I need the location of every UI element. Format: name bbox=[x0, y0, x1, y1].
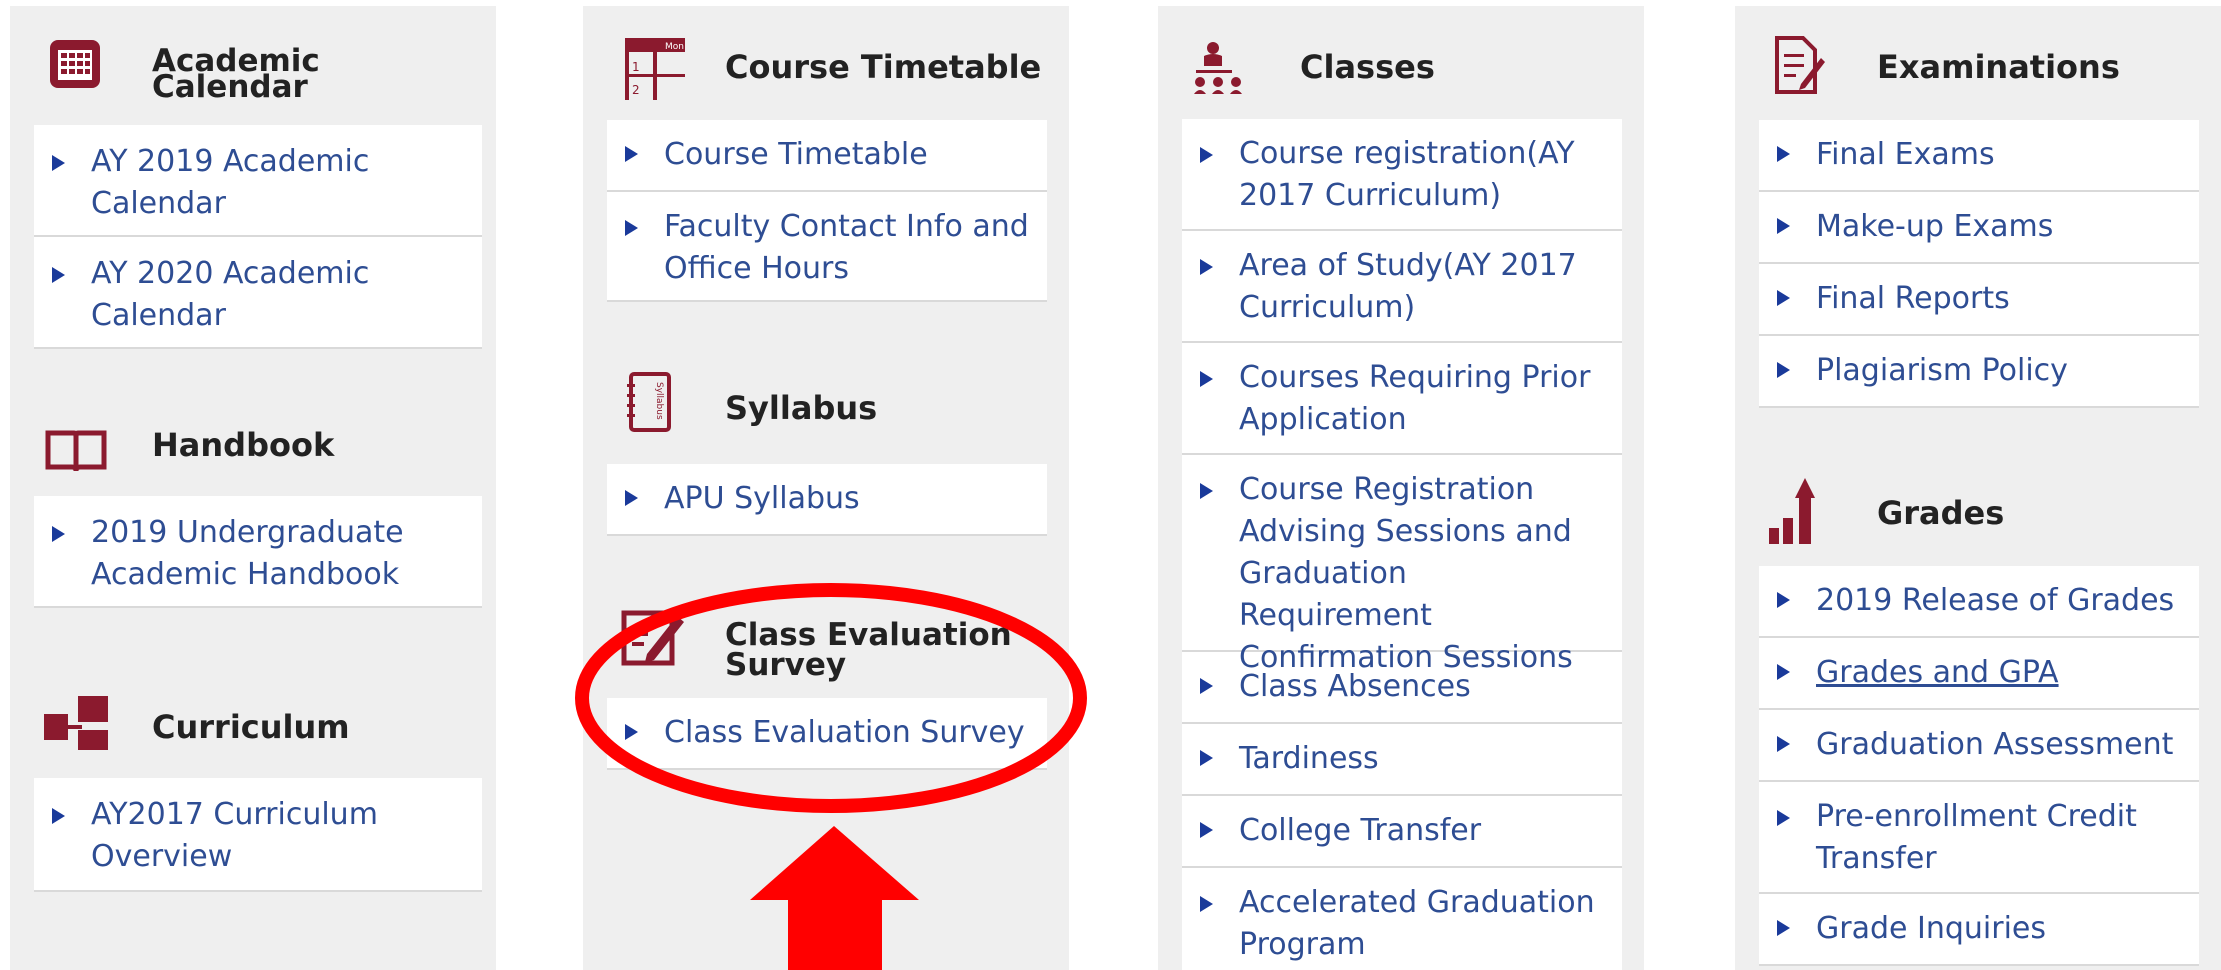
section-title-handbook: Handbook bbox=[152, 426, 335, 464]
link-ay2020-calendar[interactable]: AY 2020 Academic Calendar bbox=[34, 237, 482, 349]
link-ay2017-curriculum[interactable]: AY2017 Curriculum Overview bbox=[34, 778, 482, 892]
course-timetable-links: Course Timetable Faculty Contact Info an… bbox=[607, 120, 1047, 302]
link-tardiness[interactable]: Tardiness bbox=[1182, 724, 1622, 796]
academic-calendar-links: AY 2019 Academic Calendar AY 2020 Academ… bbox=[34, 125, 482, 349]
column-academic: Academic Calendar AY 2019 Academic Calen… bbox=[10, 6, 496, 970]
link-accelerated-graduation[interactable]: Accelerated Graduation Program bbox=[1182, 868, 1622, 970]
link-grades-and-gpa[interactable]: Grades and GPA bbox=[1759, 638, 2199, 710]
calendar-icon bbox=[48, 36, 102, 90]
syllabus-links: APU Syllabus bbox=[607, 464, 1047, 536]
svg-text:1: 1 bbox=[632, 60, 640, 74]
curriculum-links: AY2017 Curriculum Overview bbox=[34, 778, 482, 892]
handbook-links: 2019 Undergraduate Academic Handbook bbox=[34, 496, 482, 608]
link-course-registration[interactable]: Course registration(AY 2017 Curriculum) bbox=[1182, 119, 1622, 231]
book-icon bbox=[44, 429, 108, 475]
link-release-of-grades[interactable]: 2019 Release of Grades bbox=[1759, 566, 2199, 638]
section-title-course-timetable: Course Timetable bbox=[725, 48, 1042, 86]
section-title-grades: Grades bbox=[1877, 494, 2005, 532]
link-plagiarism-policy[interactable]: Plagiarism Policy bbox=[1759, 336, 2199, 408]
link-grade-inquiries[interactable]: Grade Inquiries bbox=[1759, 894, 2199, 966]
classes-icon bbox=[1194, 42, 1250, 100]
section-title-class-evaluation: Class Evaluation Survey bbox=[725, 617, 1012, 683]
column-courses: Mon 1 2 Course Timetable Course Timetabl… bbox=[583, 6, 1069, 970]
link-course-timetable[interactable]: Course Timetable bbox=[607, 120, 1047, 192]
link-final-exams[interactable]: Final Exams bbox=[1759, 120, 2199, 192]
section-title-academic-calendar: Academic Calendar bbox=[152, 43, 320, 105]
link-advising-sessions[interactable]: Course Registration Advising Sessions an… bbox=[1182, 455, 1622, 675]
link-apu-syllabus[interactable]: APU Syllabus bbox=[607, 464, 1047, 536]
svg-text:Syllabus: Syllabus bbox=[654, 382, 664, 420]
svg-text:Mon: Mon bbox=[665, 42, 684, 52]
link-area-of-study[interactable]: Area of Study(AY 2017 Curriculum) bbox=[1182, 231, 1622, 343]
grades-icon bbox=[1769, 476, 1825, 548]
link-credit-transfer[interactable]: Pre-enrollment Credit Transfer bbox=[1759, 782, 2199, 894]
svg-text:2: 2 bbox=[632, 83, 640, 97]
section-title-syllabus: Syllabus bbox=[725, 389, 878, 427]
section-title-curriculum: Curriculum bbox=[152, 708, 350, 746]
timetable-icon: Mon 1 2 bbox=[625, 38, 685, 100]
link-prior-application[interactable]: Courses Requiring Prior Application bbox=[1182, 343, 1622, 455]
link-makeup-exams[interactable]: Make-up Exams bbox=[1759, 192, 2199, 264]
link-final-reports[interactable]: Final Reports bbox=[1759, 264, 2199, 336]
column-classes: Classes Course registration(AY 2017 Curr… bbox=[1158, 6, 1644, 970]
link-class-evaluation-survey[interactable]: Class Evaluation Survey bbox=[607, 698, 1047, 770]
grades-links: 2019 Release of Grades Grades and GPA Gr… bbox=[1759, 566, 2199, 966]
link-graduation-assessment[interactable]: Graduation Assessment bbox=[1759, 710, 2199, 782]
link-class-absences[interactable]: Class Absences bbox=[1182, 652, 1622, 724]
link-undergraduate-handbook[interactable]: 2019 Undergraduate Academic Handbook bbox=[34, 496, 482, 608]
evaluation-icon bbox=[621, 610, 685, 668]
curriculum-icon bbox=[44, 696, 110, 752]
syllabus-icon: Syllabus bbox=[627, 372, 673, 432]
classes-links: Course registration(AY 2017 Curriculum) … bbox=[1182, 119, 1622, 970]
link-ay2019-calendar[interactable]: AY 2019 Academic Calendar bbox=[34, 125, 482, 237]
column-exams-grades: Examinations Final Exams Make-up Exams F… bbox=[1735, 6, 2221, 970]
link-faculty-contact[interactable]: Faculty Contact Info and Office Hours bbox=[607, 192, 1047, 302]
examinations-links: Final Exams Make-up Exams Final Reports … bbox=[1759, 120, 2199, 408]
class-evaluation-links: Class Evaluation Survey bbox=[607, 698, 1047, 770]
examinations-icon bbox=[1773, 34, 1825, 98]
section-title-classes: Classes bbox=[1300, 48, 1435, 86]
link-college-transfer[interactable]: College Transfer bbox=[1182, 796, 1622, 868]
section-title-examinations: Examinations bbox=[1877, 48, 2120, 86]
